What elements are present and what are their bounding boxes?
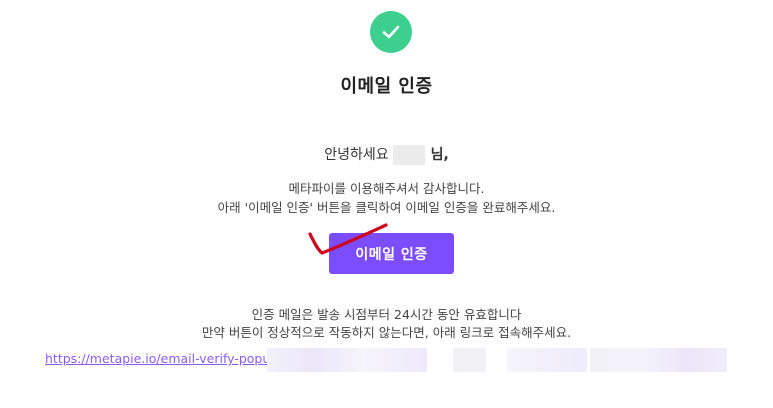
check-icon [382,25,400,39]
redacted-token-block [267,348,427,372]
greeting-suffix: 님, [430,147,449,163]
verify-link[interactable]: https://metapie.io/email-verify-popup? [45,351,285,366]
greeting-prefix: 안녕하세요 [324,147,389,163]
validity-notice: 인증 메일은 발송 시점부터 24시간 동안 유효합니다 [251,307,522,322]
greeting: 안녕하세요 님, [0,144,773,165]
fallback-notice: 만약 버튼이 정상적으로 작동하지 않는다면, 아래 링크로 접속해주세요. [201,325,572,340]
red-annotation-stroke [308,223,388,255]
intro-text: 메타파이를 이용해주셔서 감사합니다. [288,181,485,196]
instruction-text: 아래 '이메일 인증' 버튼을 클릭하여 이메일 인증을 완료해주세요. [217,200,556,215]
success-check-badge [370,11,412,53]
redacted-token-block [453,348,486,372]
verify-link-row: https://metapie.io/email-verify-popup? [45,346,735,372]
redacted-token-block [590,348,727,372]
page-title: 이메일 인증 [340,76,433,97]
redacted-user-name [392,145,425,165]
redacted-token-block [507,348,587,372]
